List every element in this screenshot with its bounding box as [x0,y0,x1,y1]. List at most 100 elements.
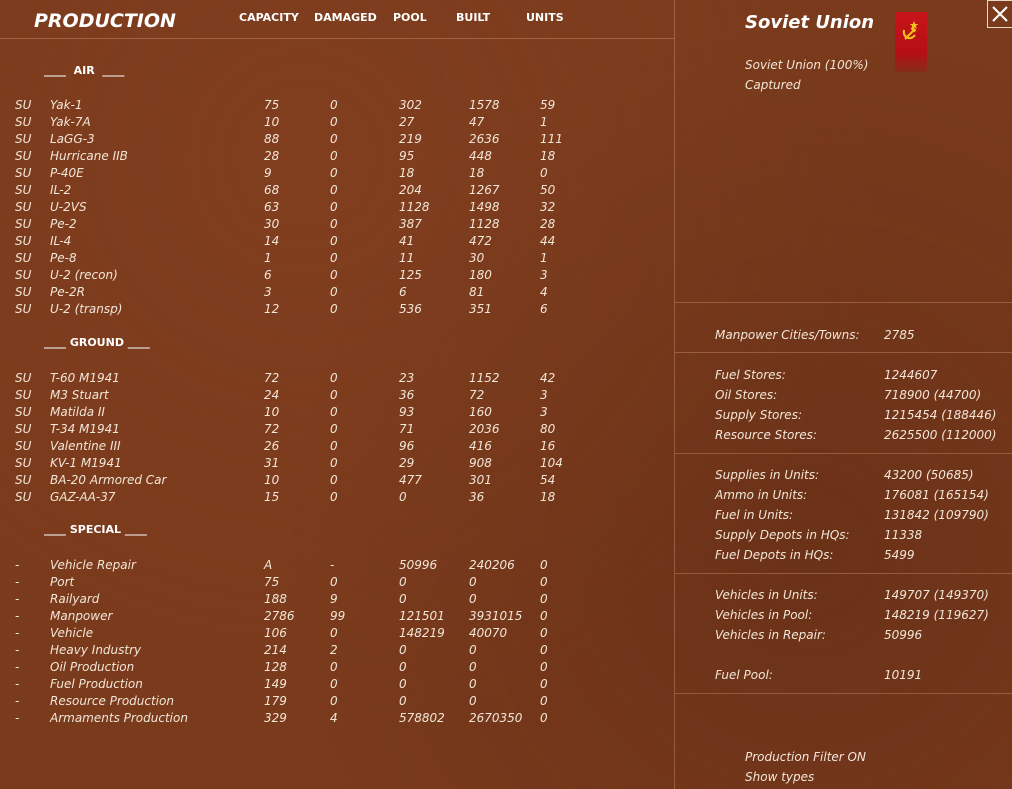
column-header-capacity[interactable]: CAPACITY [239,11,299,24]
pool-cell: 125 [399,268,422,282]
table-row[interactable]: SU BA-20 Armored Car 10 0 477 301 54 [0,473,674,490]
nation-cell: SU [15,98,32,112]
table-row[interactable]: - Oil Production 128 0 0 0 0 [0,660,674,677]
damaged-cell: 0 [330,166,338,180]
stat-row: Fuel Pool: 10191 [715,668,1011,684]
column-header-pool[interactable]: POOL [393,11,427,24]
table-row[interactable]: SU Valentine III 26 0 96 416 16 [0,439,674,456]
units-cell: 59 [540,98,556,112]
nation-cell: SU [15,388,32,402]
column-header-units[interactable]: UNITS [526,11,564,24]
capacity-cell: 75 [264,98,280,112]
close-button[interactable] [987,0,1012,28]
pool-cell: 0 [399,490,407,504]
pool-cell: 219 [399,132,422,146]
stat-label: Manpower Cities/Towns: [715,328,860,342]
pool-cell: 578802 [399,711,445,725]
nation-cell: SU [15,439,32,453]
pool-cell: 0 [399,575,407,589]
stat-row: Fuel in Units: 131842 (109790) [715,508,1011,524]
unit-name-cell: Pe-2R [50,285,85,299]
damaged-cell: 0 [330,490,338,504]
capacity-cell: 72 [264,422,280,436]
stat-value: 176081 (165154) [884,488,989,502]
stat-value: 131842 (109790) [884,508,989,522]
table-row[interactable]: SU Pe-2 30 0 387 1128 28 [0,217,674,234]
table-row[interactable]: SU M3 Stuart 24 0 36 72 3 [0,388,674,405]
capacity-cell: 3 [264,285,272,299]
table-row[interactable]: - Heavy Industry 214 2 0 0 0 [0,643,674,660]
table-row[interactable]: - Vehicle Repair A - 50996 240206 0 [0,558,674,575]
stat-label: Fuel in Units: [715,508,794,522]
units-cell: 1 [540,115,548,129]
table-row[interactable]: SU P-40E 9 0 18 18 0 [0,166,674,183]
table-row[interactable]: SU Yak-1 75 0 302 1578 59 [0,98,674,115]
column-header-damaged[interactable]: DAMAGED [314,11,377,24]
table-row[interactable]: SU GAZ-AA-37 15 0 0 36 18 [0,490,674,507]
table-row[interactable]: SU U-2VS 63 0 1128 1498 32 [0,200,674,217]
table-row[interactable]: SU T-34 M1941 72 0 71 2036 80 [0,422,674,439]
table-row[interactable]: - Resource Production 179 0 0 0 0 [0,694,674,711]
damaged-cell: 4 [330,711,338,725]
table-row[interactable]: - Fuel Production 149 0 0 0 0 [0,677,674,694]
capacity-cell: 6 [264,268,272,282]
table-row[interactable]: SU T-60 M1941 72 0 23 1152 42 [0,371,674,388]
pool-cell: 0 [399,694,407,708]
table-row[interactable]: SU LaGG-3 88 0 219 2636 111 [0,132,674,149]
show-types-toggle[interactable]: Show types [745,770,814,784]
table-row[interactable]: SU Pe-8 1 0 11 30 1 [0,251,674,268]
nation-cell: SU [15,285,32,299]
units-cell: 54 [540,473,556,487]
table-row[interactable]: SU Hurricane IIB 28 0 95 448 18 [0,149,674,166]
units-cell: 3 [540,405,548,419]
table-row[interactable]: - Manpower 2786 99 121501 3931015 0 [0,609,674,626]
production-filter-toggle[interactable]: Production Filter ON [745,750,866,764]
built-cell: 1267 [469,183,500,197]
table-row[interactable]: SU U-2 (recon) 6 0 125 180 3 [0,268,674,285]
capacity-cell: 188 [264,592,287,606]
nation-cell: - [15,711,20,725]
stat-label: Resource Stores: [715,428,817,442]
table-row[interactable]: SU Matilda II 10 0 93 160 3 [0,405,674,422]
nation-cell: SU [15,490,32,504]
table-row[interactable]: SU Pe-2R 3 0 6 81 4 [0,285,674,302]
nation-status: Captured [745,78,801,92]
column-header-built[interactable]: BUILT [456,11,490,24]
unit-name-cell: U-2 (recon) [50,268,118,282]
table-row[interactable]: - Railyard 188 9 0 0 0 [0,592,674,609]
table-row[interactable]: SU IL-2 68 0 204 1267 50 [0,183,674,200]
stat-label: Vehicles in Repair: [715,628,826,642]
built-cell: 0 [469,575,477,589]
table-row[interactable]: - Port 75 0 0 0 0 [0,575,674,592]
unit-name-cell: IL-4 [50,234,72,248]
table-row[interactable]: - Armaments Production 329 4 578802 2670350 0 [0,711,674,728]
stat-value: 1244607 [884,368,938,382]
stat-row: Supply Depots in HQs: 11338 [715,528,1011,544]
built-cell: 72 [469,388,485,402]
stat-label: Ammo in Units: [715,488,808,502]
table-row[interactable]: SU Yak-7A 10 0 27 47 1 [0,115,674,132]
stat-value: 2785 [884,328,915,342]
damaged-cell: 0 [330,626,338,640]
table-row[interactable]: SU KV-1 M1941 31 0 29 908 104 [0,456,674,473]
table-row[interactable]: SU IL-4 14 0 41 472 44 [0,234,674,251]
units-cell: 111 [540,132,563,146]
units-cell: 50 [540,183,556,197]
pool-cell: 71 [399,422,415,436]
units-cell: 0 [540,643,548,657]
capacity-cell: 28 [264,149,280,163]
nation-cell: SU [15,183,32,197]
unit-name-cell: Valentine III [50,439,121,453]
damaged-cell: 0 [330,439,338,453]
built-cell: 0 [469,677,477,691]
nation-cell: SU [15,234,32,248]
unit-name-cell: Railyard [50,592,100,606]
nation-cell: SU [15,371,32,385]
table-row[interactable]: SU U-2 (transp) 12 0 536 351 6 [0,302,674,319]
nation-cell: - [15,677,20,691]
stat-row: Manpower Cities/Towns: 2785 [715,328,1011,344]
units-cell: 4 [540,285,548,299]
damaged-cell: 0 [330,217,338,231]
nation-cell: SU [15,268,32,282]
table-row[interactable]: - Vehicle 106 0 148219 40070 0 [0,626,674,643]
